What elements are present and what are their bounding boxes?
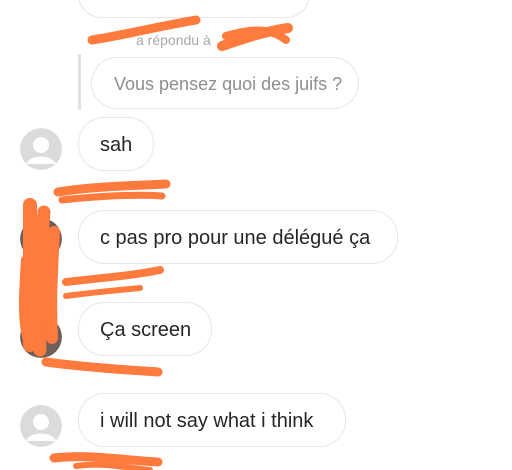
redaction-mark bbox=[62, 266, 164, 286]
message-bubble[interactable]: Ça screen bbox=[78, 302, 212, 356]
message-text: i will not say what i think bbox=[100, 410, 314, 432]
message-bubble[interactable]: i will not say what i think bbox=[78, 393, 346, 447]
avatar[interactable] bbox=[20, 405, 62, 447]
avatar[interactable] bbox=[20, 218, 62, 260]
redaction-mark bbox=[53, 179, 171, 197]
previous-message-bubble[interactable] bbox=[78, 0, 310, 18]
redaction-mark bbox=[58, 191, 166, 204]
quoted-message-text: Vous pensez quoi des juifs ? bbox=[114, 74, 343, 94]
message-bubble[interactable]: c pas pro pour une délégué ça bbox=[78, 210, 398, 264]
profile-avatar-icon bbox=[20, 316, 62, 358]
profile-avatar-icon bbox=[20, 218, 62, 260]
message-bubble[interactable]: sah bbox=[78, 117, 154, 171]
reply-indicator: a répondu à bbox=[136, 32, 211, 48]
message-text: Ça screen bbox=[100, 319, 192, 341]
redaction-mark bbox=[217, 23, 293, 51]
redaction-mark bbox=[73, 461, 153, 470]
message-text: sah bbox=[100, 134, 133, 156]
redaction-mark bbox=[41, 357, 163, 377]
redaction-mark bbox=[49, 452, 163, 467]
message-text: c pas pro pour une délégué ça bbox=[100, 227, 371, 249]
reply-quote-bar bbox=[78, 54, 81, 110]
avatar[interactable] bbox=[20, 316, 62, 358]
avatar[interactable] bbox=[20, 128, 62, 170]
quoted-message-bubble[interactable]: Vous pensez quoi des juifs ? bbox=[91, 57, 359, 109]
redaction-mark bbox=[63, 285, 143, 299]
redaction-mark bbox=[222, 26, 290, 44]
default-avatar-icon bbox=[20, 128, 62, 170]
default-avatar-icon bbox=[20, 405, 62, 447]
